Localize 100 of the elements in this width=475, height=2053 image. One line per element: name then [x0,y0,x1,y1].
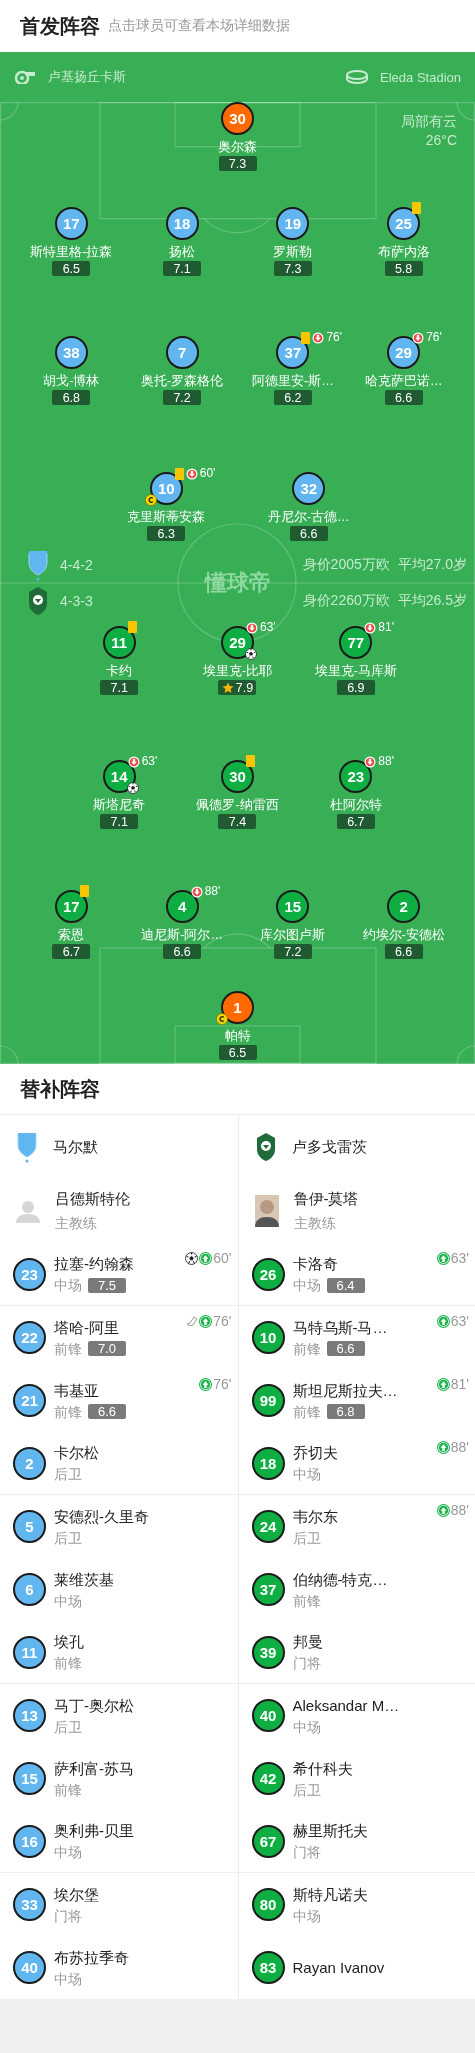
player-number[interactable]: 7 [165,336,199,369]
player-name: 丹尼尔-古德… [267,509,350,525]
player-number[interactable]: 29 [387,336,421,369]
player-rating: 6.5 [52,261,91,276]
player-name: 伯纳德-特克… [292,1569,388,1589]
player-number[interactable]: 18 [251,1446,285,1480]
player-number[interactable]: 5 [13,1510,46,1543]
player-name: 马丁-奥尔松 [54,1695,134,1715]
player-number[interactable]: 11 [13,1635,46,1669]
team-name: 马尔默 [53,1137,98,1157]
player-name: 韦基亚 [54,1380,100,1400]
player-number[interactable]: 19 [276,207,310,240]
player-position: 后卫 [292,1528,321,1547]
player-number[interactable]: 15 [276,890,310,923]
player-rating: 5.8 [384,261,423,276]
player-number[interactable]: 83 [251,1951,285,1984]
player-number[interactable]: 38 [54,336,88,369]
player-name: 希什科夫 [292,1758,353,1778]
player-position: 前锋 [292,1591,321,1610]
player-number[interactable]: 16 [13,1824,46,1858]
player-number[interactable]: 15 [13,1762,46,1795]
player-rating: 7.5 [88,1277,127,1293]
football-icon [126,782,139,794]
player-rating: 7.1 [100,680,139,695]
player-position: 中场 [54,1276,82,1294]
player-number[interactable]: 2 [387,890,421,923]
substitution-minute: 63' [260,621,276,634]
player-number[interactable]: 42 [251,1762,285,1795]
market-value: 身价2260万欧 [302,592,390,610]
football-icon [245,648,257,660]
player-number[interactable]: 39 [251,1635,285,1669]
player-number[interactable]: 26 [251,1257,285,1291]
substitution-off-icon [246,621,258,634]
player-number[interactable]: 21 [13,1384,46,1417]
player-number[interactable]: 99 [251,1384,285,1417]
star-icon [221,681,234,694]
player-name: 安德烈-久里奇 [54,1506,149,1526]
player-rating: 6.6 [384,944,423,959]
player-number[interactable]: 30 [221,102,254,135]
player-number[interactable]: 2 [13,1446,46,1480]
player-rating: 7.1 [163,261,202,276]
market-value: 身价2005万欧 [302,556,390,574]
player-name: 乔切夫 [292,1443,338,1462]
substitution-on-icon [199,1314,213,1328]
player-number[interactable]: 30 [221,760,254,793]
player-number[interactable]: 67 [251,1824,285,1858]
player-number[interactable]: 37 [276,336,310,369]
formation: 4-4-2 [60,557,93,573]
substitution-minute: 88' [450,1502,469,1518]
player-position: 中场 [54,1843,82,1861]
player-rating: 6.6 [326,1341,365,1356]
player-name: 埃里克-比耶 [202,663,273,679]
player-rating: 6.9 [336,680,375,695]
player-name: 埃孔 [54,1632,84,1651]
player-number[interactable]: 6 [13,1573,46,1606]
player-rating: 6.7 [336,814,375,829]
player-number[interactable]: 4 [165,890,199,923]
player-number[interactable]: 10 [251,1321,285,1354]
pitch-logo-text: 懂球帝 [203,569,272,597]
substitution-on-icon [436,1440,450,1454]
player-rating: 6.3 [147,526,186,541]
player-position: 中场 [292,1906,321,1925]
player-number[interactable]: 22 [13,1321,46,1354]
player-number[interactable]: 18 [165,207,199,240]
player-position: 前锋 [54,1654,82,1672]
player-number[interactable]: 40 [251,1699,285,1732]
coach-role: 主教练 [55,1214,98,1233]
player-number[interactable]: 23 [13,1257,46,1291]
player-rating: 7.4 [218,814,257,829]
player-number[interactable]: 1 [221,991,254,1024]
player-name: 赫里斯托夫 [292,1821,368,1840]
player-number[interactable]: 40 [13,1951,46,1984]
player-number[interactable]: 17 [54,207,88,240]
substitution-minute: 88' [378,755,394,768]
team-crest-icon [16,1131,38,1163]
player-position: 后卫 [54,1465,82,1483]
substitution-minute: 63' [450,1250,469,1266]
player-number[interactable]: 25 [387,207,421,240]
substitution-on-icon [436,1377,450,1391]
player-number[interactable]: 23 [339,760,373,793]
player-number[interactable]: 17 [54,890,88,923]
player-number[interactable]: 11 [102,626,136,659]
player-number[interactable]: 37 [251,1573,285,1606]
player-position: 后卫 [54,1528,82,1547]
player-number[interactable]: 24 [251,1510,285,1543]
player-rating: 6.6 [384,390,423,405]
player-number[interactable]: 77 [339,626,373,659]
coach-role: 主教练 [293,1214,337,1233]
player-number[interactable]: 13 [13,1699,46,1732]
player-name: 扬松 [169,244,196,260]
player-position: 前锋 [292,1339,321,1358]
player-rating: 6.6 [289,526,328,541]
player-number[interactable]: 80 [251,1888,285,1921]
player-number[interactable]: 33 [13,1888,46,1921]
player-position: 后卫 [292,1780,321,1799]
player-name: 斯塔尼奇 [93,797,146,813]
player-name: 埃里克-马库斯 [314,663,397,679]
player-number[interactable]: 32 [292,472,326,505]
referee-name: 卢基扬丘卡斯 [48,68,126,86]
player-name: Rayan Ivanov [292,1958,385,1977]
